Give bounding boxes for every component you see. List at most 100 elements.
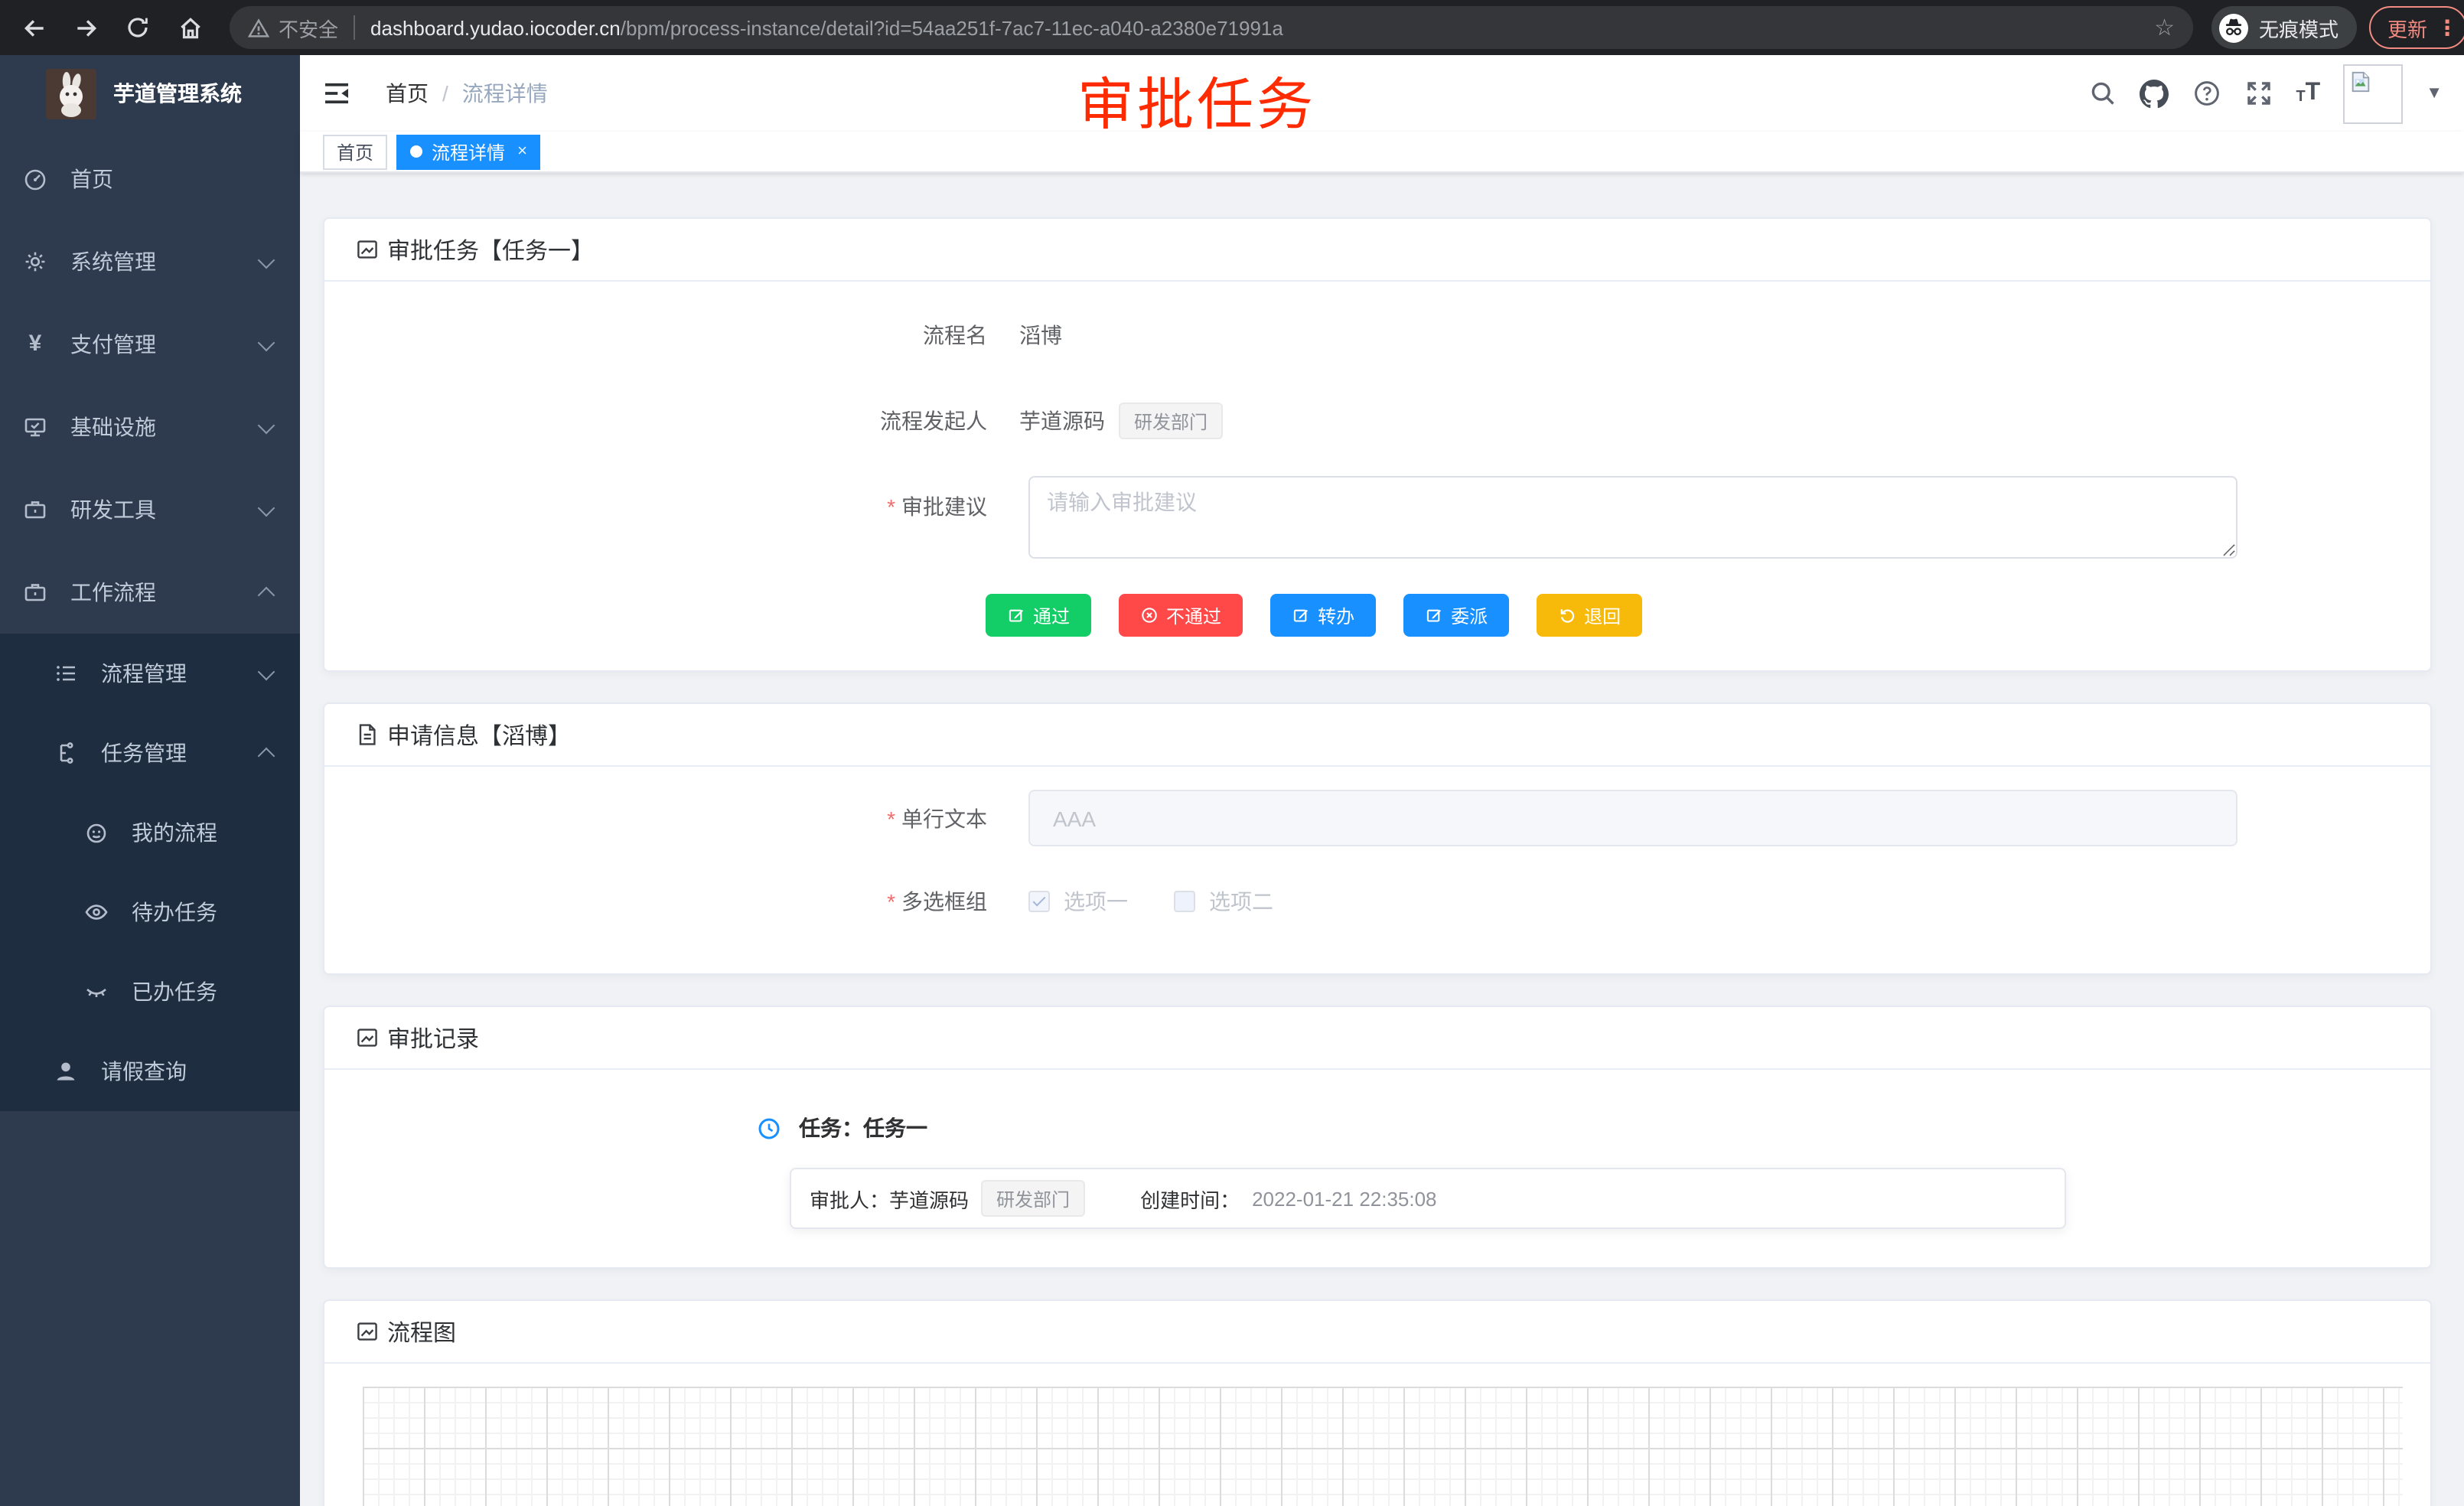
close-icon[interactable]: ×	[517, 142, 527, 161]
tab-process-detail[interactable]: 流程详情 ×	[396, 134, 541, 169]
sidebar-item-task-mgmt[interactable]: 任务管理	[0, 713, 300, 793]
edit-icon	[1007, 606, 1025, 624]
sidebar-item-my-process[interactable]: 我的流程	[0, 793, 300, 872]
edit-icon	[1292, 606, 1310, 624]
tab-label: 流程详情	[432, 139, 505, 165]
checkbox-option-2: 选项二	[1174, 886, 1273, 917]
card-title: 审批任务【任务一】	[387, 233, 594, 266]
chevron-up-icon	[258, 586, 275, 604]
screen: 不安全 dashboard.yudao.iocoder.cn/bpm/proce…	[0, 0, 2464, 1506]
address-bar[interactable]: 不安全 dashboard.yudao.iocoder.cn/bpm/proce…	[230, 6, 2193, 49]
incognito-label: 无痕模式	[2259, 13, 2339, 42]
app-title: 芋道管理系统	[113, 78, 242, 109]
security-label: 不安全	[279, 13, 338, 42]
gear-icon	[23, 249, 47, 274]
sidebar-fold-icon[interactable]	[321, 78, 352, 109]
card-title: 审批记录	[387, 1022, 479, 1054]
sidebar-item-label: 首页	[70, 164, 113, 194]
picture-icon	[355, 1025, 380, 1050]
required-asterisk: *	[887, 494, 895, 519]
created-time-value: 2022-01-21 22:35:08	[1252, 1187, 1436, 1210]
approval-records-card: 审批记录 任务：任务一 审批人：芋道源码 研发部门 创建时间： 2022-01-…	[323, 1006, 2432, 1269]
checkbox-checked-icon	[1028, 891, 1050, 912]
reject-button[interactable]: 不通过	[1119, 594, 1243, 637]
starter-name: 芋道源码	[1019, 406, 1105, 436]
sidebar-item-system[interactable]: 系统管理	[0, 220, 300, 303]
annotation-approval-task: 审批任务	[1077, 58, 1316, 141]
sidebar-item-label: 支付管理	[70, 329, 156, 360]
back-icon[interactable]	[15, 9, 52, 46]
help-icon[interactable]	[2192, 79, 2221, 108]
sidebar: 芋道管理系统 首页 系统管理 ¥ 支付管理	[0, 55, 300, 1506]
eye-open-icon	[84, 900, 109, 924]
browser-update-button[interactable]: 更新 ⋮	[2369, 6, 2464, 49]
process-starter-value: 芋道源码 研发部门	[1019, 403, 1223, 439]
text-field-label: *单行文本	[324, 803, 1005, 833]
user-icon	[54, 1059, 78, 1084]
timeline-task-row: 任务：任务一	[758, 1113, 2430, 1143]
sidebar-item-process-mgmt[interactable]: 流程管理	[0, 634, 300, 713]
sidebar-item-done-tasks[interactable]: 已办任务	[0, 952, 300, 1032]
approval-records-card-header: 审批记录	[324, 1007, 2430, 1070]
browser-chrome: 不安全 dashboard.yudao.iocoder.cn/bpm/proce…	[0, 0, 2464, 55]
return-button[interactable]: 退回	[1537, 594, 1642, 637]
delegate-button[interactable]: 委派	[1403, 594, 1509, 637]
sidebar-menu: 首页 系统管理 ¥ 支付管理 基础设施	[0, 138, 300, 1111]
eye-closed-icon	[84, 980, 109, 1004]
flow-chart-card: 流程图	[323, 1299, 2432, 1506]
url-host: dashboard.yudao.iocoder.cn	[370, 16, 621, 39]
edit-icon	[1425, 606, 1443, 624]
sidebar-item-label: 待办任务	[132, 897, 217, 927]
font-size-icon[interactable]: TT	[2296, 81, 2320, 106]
fullscreen-icon[interactable]	[2244, 79, 2273, 108]
transfer-button[interactable]: 转办	[1270, 594, 1376, 637]
sidebar-item-label: 已办任务	[132, 976, 217, 1007]
approval-record-item: 审批人：芋道源码 研发部门 创建时间： 2022-01-21 22:35:08	[790, 1168, 2066, 1229]
chevron-down-icon	[258, 416, 275, 434]
browser-menu-icon[interactable]: ⋮	[2436, 15, 2458, 41]
suggestion-textarea[interactable]	[1028, 476, 2237, 559]
github-icon[interactable]	[2140, 79, 2169, 108]
home-icon[interactable]	[171, 9, 208, 46]
required-asterisk: *	[887, 889, 895, 914]
tab-home[interactable]: 首页	[323, 134, 387, 169]
checkbox-label: 选项二	[1209, 886, 1273, 917]
bpmn-canvas[interactable]	[363, 1387, 2403, 1506]
checkbox-group: 选项一 选项二	[1028, 886, 1273, 917]
reload-icon[interactable]	[119, 9, 156, 46]
avatar[interactable]	[2343, 64, 2403, 123]
sidebar-item-label: 我的流程	[132, 817, 217, 848]
text-field-row: *单行文本	[324, 790, 2430, 846]
sidebar-item-todo-tasks[interactable]: 待办任务	[0, 872, 300, 952]
update-label: 更新	[2387, 13, 2427, 42]
sidebar-item-pay[interactable]: ¥ 支付管理	[0, 303, 300, 386]
checkbox-group-label: *多选框组	[324, 886, 1005, 917]
approval-task-card-header: 审批任务【任务一】	[324, 219, 2430, 282]
bookmark-star-icon[interactable]: ☆	[2154, 16, 2175, 39]
app-header: 首页 / 流程详情 TT ▼	[300, 55, 2464, 132]
created-time-label: 创建时间：	[1140, 1184, 1240, 1213]
chevron-down-icon	[258, 334, 275, 351]
breadcrumb-home[interactable]: 首页	[386, 78, 429, 109]
avatar-caret-icon[interactable]: ▼	[2426, 84, 2443, 103]
approval-actions: 通过 不通过 转办 委派	[986, 594, 2430, 637]
approve-button[interactable]: 通过	[986, 594, 1091, 637]
search-icon[interactable]	[2088, 79, 2117, 108]
broken-image-icon	[2349, 70, 2372, 93]
sidebar-item-devtools[interactable]: 研发工具	[0, 468, 300, 551]
sidebar-item-workflow[interactable]: 工作流程	[0, 551, 300, 634]
tab-label: 首页	[337, 139, 373, 165]
sidebar-item-label: 工作流程	[70, 577, 156, 608]
chevron-up-icon	[258, 747, 275, 764]
toolbox-icon	[23, 497, 47, 522]
task-title: 任务：任务一	[799, 1113, 927, 1143]
chevron-down-icon	[258, 663, 275, 680]
sidebar-item-infra[interactable]: 基础设施	[0, 386, 300, 468]
sidebar-item-home[interactable]: 首页	[0, 138, 300, 220]
sidebar-item-leave-query[interactable]: 请假查询	[0, 1032, 300, 1111]
sidebar-item-label: 研发工具	[70, 494, 156, 525]
forward-icon[interactable]	[67, 9, 104, 46]
incognito-badge: 无痕模式	[2211, 6, 2357, 49]
apply-info-card-header: 申请信息【滔博】	[324, 704, 2430, 767]
app-logo	[46, 68, 96, 119]
